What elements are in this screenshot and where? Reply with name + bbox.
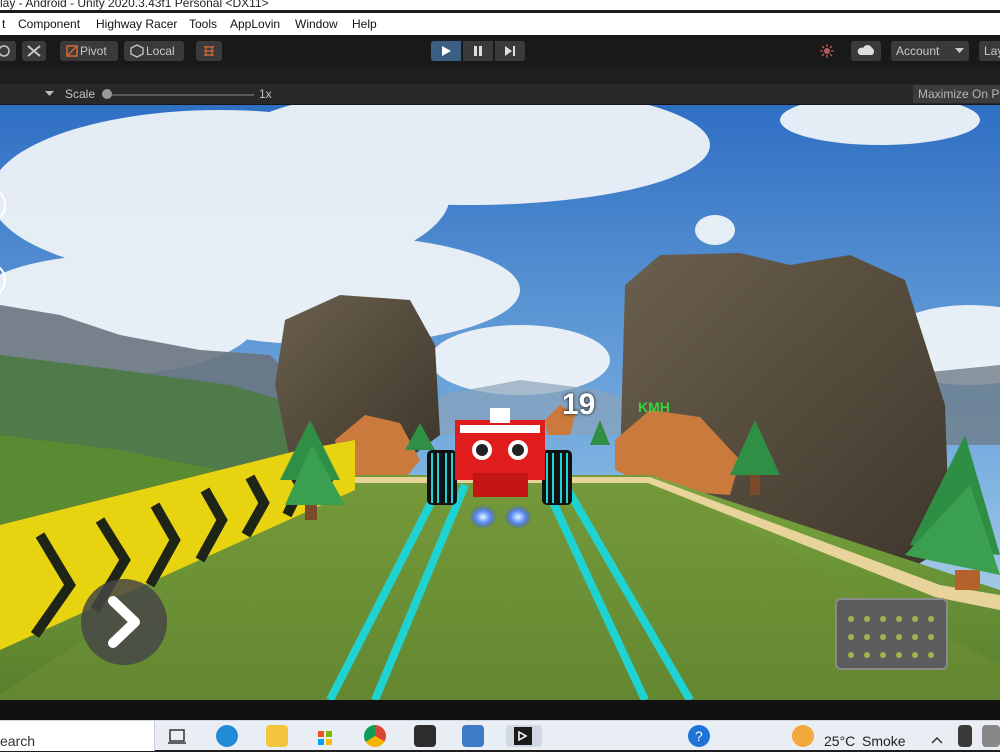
photos-icon[interactable]: [462, 725, 484, 747]
menu-bar: t Component Highway Racer Tools AppLovin…: [0, 13, 1000, 35]
pivot-label: Pivot: [80, 44, 107, 58]
menu-item-tools[interactable]: Tools: [189, 17, 217, 31]
menu-item-component[interactable]: Component: [18, 17, 80, 31]
file-explorer-icon[interactable]: [266, 725, 288, 747]
collab-button[interactable]: [813, 41, 841, 61]
game-viewport[interactable]: 19 KMH: [0, 105, 1000, 700]
menu-item-highway-racer[interactable]: Highway Racer: [96, 17, 177, 31]
unity-hub-icon[interactable]: [414, 725, 436, 747]
scale-slider-thumb[interactable]: [102, 89, 112, 99]
collab-icon: [820, 44, 834, 58]
grid-snap-button[interactable]: [196, 41, 222, 61]
store-icon[interactable]: [314, 725, 336, 747]
custom-tool-button[interactable]: [22, 41, 46, 61]
task-view-icon[interactable]: [166, 725, 188, 747]
help-icon[interactable]: ?: [688, 725, 710, 747]
play-button[interactable]: [431, 41, 461, 61]
svg-text:?: ?: [695, 728, 703, 744]
tools-icon: [27, 45, 41, 57]
pivot-toggle[interactable]: Pivot: [60, 41, 118, 61]
toolbar: Pivot Local Account Lay: [0, 35, 1000, 67]
maximize-on-play-label: Maximize On P: [918, 87, 1000, 101]
pivot-icon: [66, 45, 78, 57]
menu-item-window[interactable]: Window: [295, 17, 338, 31]
game-view-tab-strip: [0, 67, 1000, 83]
network-icon[interactable]: [982, 725, 1000, 747]
maximize-on-play-toggle[interactable]: Maximize On P: [913, 85, 1000, 103]
account-label: Account: [896, 44, 940, 58]
menu-item-help[interactable]: Help: [352, 17, 377, 31]
chevron-up-icon[interactable]: [930, 735, 944, 745]
local-label: Local: [146, 44, 175, 58]
cloud-button[interactable]: [851, 41, 881, 61]
pause-button[interactable]: [463, 41, 493, 61]
step-button[interactable]: [495, 41, 525, 61]
game-view-controls: Scale 1x Maximize On P: [0, 84, 1000, 105]
search-placeholder: earch: [0, 733, 36, 749]
title-bar: lay - Android - Unity 2020.3.43f1 Person…: [0, 0, 1000, 10]
taskbar-search-box[interactable]: earch: [0, 721, 155, 751]
local-toggle[interactable]: Local: [124, 41, 184, 61]
scale-slider-track[interactable]: [104, 94, 254, 96]
grid-snap-icon: [204, 46, 214, 56]
chevron-down-icon: [955, 48, 964, 53]
weather-temperature[interactable]: 25°C: [824, 733, 855, 749]
chevron-right-icon: [108, 596, 140, 648]
step-icon: [505, 46, 515, 56]
weather-icon[interactable]: [792, 725, 814, 747]
windows-taskbar: earch ? 25°C Smoke: [0, 720, 1000, 751]
speed-value: 19: [562, 388, 596, 421]
pedal-dots-icon: [848, 616, 934, 658]
window-title: lay - Android - Unity 2020.3.43f1 Person…: [0, 0, 269, 10]
weather-condition[interactable]: Smoke: [862, 733, 906, 749]
rect-tool-icon: [0, 45, 10, 57]
tray-app-icon[interactable]: [958, 725, 972, 747]
account-dropdown[interactable]: Account: [891, 41, 969, 61]
edge-browser-icon[interactable]: [216, 725, 238, 747]
speed-unit: KMH: [638, 399, 670, 415]
scale-label: Scale: [65, 87, 96, 101]
layers-label: Lay: [984, 44, 1000, 58]
menu-item-assets[interactable]: t: [2, 17, 5, 31]
rect-tool-button[interactable]: [0, 41, 16, 61]
menu-item-applovin[interactable]: AppLovin: [230, 17, 280, 31]
cloud-icon: [857, 45, 875, 55]
pause-icon: [474, 46, 482, 56]
display-dropdown-chevron-icon[interactable]: [45, 91, 54, 97]
chrome-icon[interactable]: [364, 725, 386, 747]
editor-footer: [0, 700, 1000, 720]
accelerator-pedal[interactable]: [835, 598, 948, 670]
layers-dropdown[interactable]: Lay: [979, 41, 1000, 61]
play-icon: [442, 46, 451, 56]
steer-right-button[interactable]: [81, 579, 167, 665]
local-icon: [130, 44, 144, 58]
scale-value: 1x: [259, 87, 272, 101]
unity-editor-icon[interactable]: [506, 725, 542, 747]
